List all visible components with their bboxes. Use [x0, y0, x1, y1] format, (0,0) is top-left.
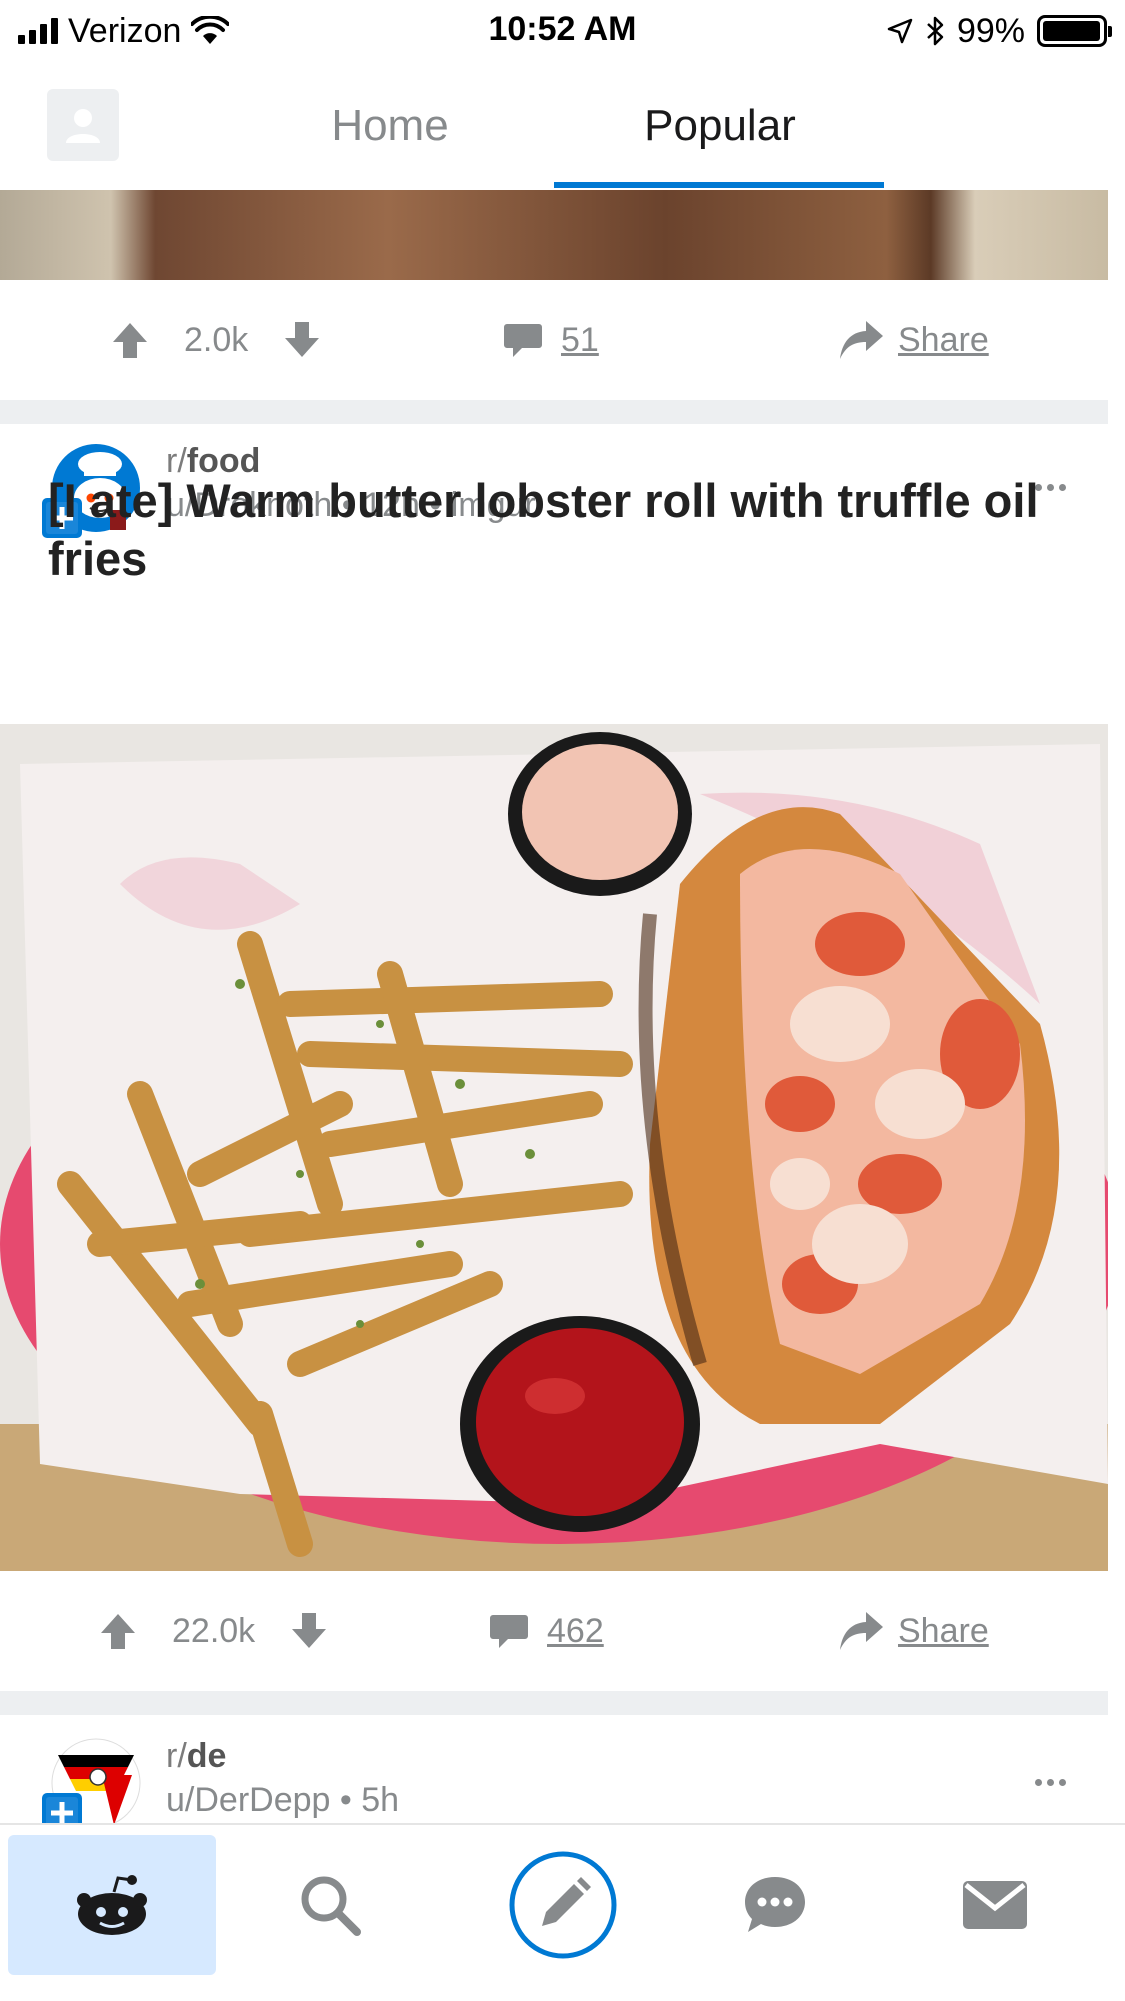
status-bar: Verizon 10:52 AM 99% — [0, 0, 1125, 62]
search-icon — [301, 1876, 361, 1936]
post-author[interactable]: u/DerDepp — [166, 1781, 330, 1819]
lobster-roll-photo — [0, 724, 1108, 1571]
bluetooth-icon — [927, 16, 944, 46]
nav-chat[interactable] — [690, 1835, 860, 1975]
nav-search[interactable] — [245, 1835, 415, 1975]
post-separator — [0, 400, 1108, 424]
bottom-navigation — [0, 1823, 1125, 2001]
tab-home[interactable]: Home — [260, 62, 520, 190]
battery-icon — [1037, 15, 1112, 47]
reddit-app-screen: Verizon 10:52 AM 99% Home Popular 2.0k 5… — [0, 0, 1125, 2001]
location-arrow-icon — [887, 18, 913, 44]
battery-percentage: 99% — [956, 11, 1025, 50]
vote-group: 22.0k — [98, 1611, 329, 1651]
share-label[interactable]: Share — [898, 1612, 989, 1651]
profile-avatar-button[interactable] — [47, 89, 119, 161]
post-age: 5h — [361, 1781, 400, 1819]
user-icon — [66, 109, 100, 143]
previous-post-action-bar: 2.0k 51 Share — [0, 280, 1108, 400]
comment-icon — [504, 324, 542, 357]
share-button[interactable]: Share — [838, 319, 989, 361]
upvote-icon[interactable] — [98, 1611, 138, 1651]
comment-icon — [490, 1615, 528, 1648]
share-label[interactable]: Share — [898, 321, 989, 360]
vote-group: 2.0k — [110, 320, 322, 360]
comments-button[interactable]: 51 — [503, 321, 599, 360]
active-tab-indicator — [554, 182, 884, 188]
chat-icon — [745, 1877, 805, 1932]
comment-count[interactable]: 51 — [561, 321, 599, 360]
more-options-icon[interactable] — [1035, 1779, 1066, 1786]
vote-count: 2.0k — [184, 320, 249, 359]
subreddit-name[interactable]: r/de — [166, 1737, 226, 1776]
feed[interactable]: 2.0k 51 Share r/food u/Droknoth • 12h • … — [0, 190, 1108, 1823]
post-meta: u/DerDepp • 5h — [166, 1781, 399, 1820]
meta-separator: • — [339, 1781, 362, 1819]
upvote-icon[interactable] — [110, 320, 150, 360]
comments-button[interactable]: 462 — [489, 1612, 604, 1651]
downvote-icon[interactable] — [289, 1611, 329, 1651]
share-icon — [840, 321, 883, 359]
status-right: 99% — [887, 10, 1112, 52]
subreddit-prefix: r/ — [166, 1737, 187, 1775]
nav-compose[interactable] — [478, 1835, 648, 1975]
share-icon — [840, 1612, 883, 1650]
top-header: Home Popular — [0, 62, 1125, 190]
subreddit-avatar[interactable] — [42, 1735, 142, 1823]
post-action-bar: 22.0k 462 Share — [0, 1571, 1108, 1691]
reddit-home-icon — [77, 1875, 147, 1935]
nav-mail[interactable] — [910, 1835, 1080, 1975]
tab-popular[interactable]: Popular — [555, 62, 885, 190]
mail-icon — [963, 1881, 1027, 1929]
nav-home[interactable] — [8, 1835, 216, 1975]
post-header: r/de u/DerDepp • 5h — [0, 1735, 1108, 1823]
comment-count[interactable]: 462 — [547, 1612, 604, 1651]
downvote-icon[interactable] — [282, 320, 322, 360]
vote-count: 22.0k — [172, 1611, 256, 1650]
share-button[interactable]: Share — [838, 1610, 989, 1652]
compose-icon — [509, 1851, 617, 1959]
post-title[interactable]: [I ate] Warm butter lobster roll with tr… — [48, 472, 1068, 588]
post-separator — [0, 1691, 1108, 1715]
post-image[interactable] — [0, 724, 1108, 1571]
subreddit-label: de — [186, 1737, 227, 1775]
previous-post-image[interactable] — [0, 190, 1108, 280]
